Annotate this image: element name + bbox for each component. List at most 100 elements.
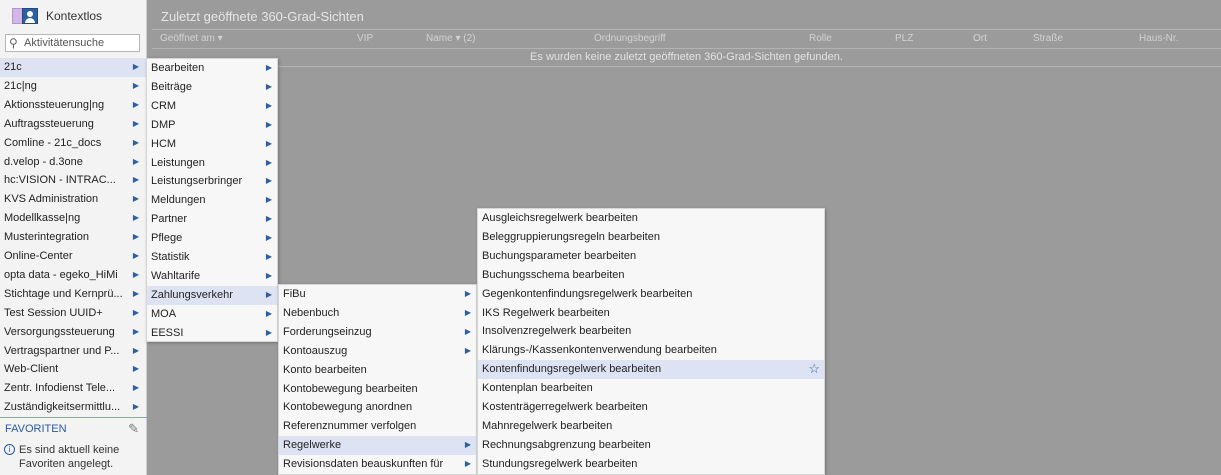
chevron-right-icon: ▶ xyxy=(265,138,272,148)
sidebar-item-label: 21c|ng xyxy=(4,79,37,92)
menu-item[interactable]: Beiträge ▶ xyxy=(147,78,277,97)
menu-item[interactable]: Kontoauszug ▶ xyxy=(279,342,476,361)
menu-item[interactable]: Rechnungsabgrenzung bearbeiten xyxy=(478,436,824,455)
menu-item[interactable]: Beleggruppierungsregeln bearbeiten xyxy=(478,228,824,247)
context-switcher[interactable]: Kontextlos xyxy=(0,0,147,32)
chevron-right-icon: ▶ xyxy=(132,383,139,393)
menu-item[interactable]: Pflege ▶ xyxy=(147,229,277,248)
sidebar-item-label: Musterintegration xyxy=(4,231,89,244)
column-header-rolle[interactable]: Rolle xyxy=(809,33,832,44)
sidebar-item[interactable]: Web-Client ▶ xyxy=(0,360,147,379)
sidebar-item[interactable]: Zentr. Infodienst Tele... ▶ xyxy=(0,379,147,398)
menu-item[interactable]: Leistungserbringer ▶ xyxy=(147,172,277,191)
menu-item[interactable]: Ausgleichsregelwerk bearbeiten xyxy=(478,209,824,228)
menu-item[interactable]: Insolvenzregelwerk bearbeiten xyxy=(478,322,824,341)
sidebar-item[interactable]: 21c|ng ▶ xyxy=(0,77,147,96)
sidebar-item-label: Stichtage und Kernprü... xyxy=(4,287,123,300)
menu-item[interactable]: IKS Regelwerk bearbeiten xyxy=(478,304,824,323)
sidebar-item[interactable]: Online-Center ▶ xyxy=(0,247,147,266)
menu-item[interactable]: FiBu ▶ xyxy=(279,285,476,304)
menu-item[interactable]: DMP ▶ xyxy=(147,116,277,135)
sidebar-item[interactable]: Auftragssteuerung ▶ xyxy=(0,115,147,134)
star-favorite-icon[interactable]: ☆ xyxy=(808,360,820,379)
menu-item[interactable]: Kontenplan bearbeiten xyxy=(478,379,824,398)
chevron-right-icon: ▶ xyxy=(132,364,139,374)
menu-item[interactable]: Partner ▶ xyxy=(147,210,277,229)
column-header-strasse[interactable]: Straße xyxy=(1033,33,1063,44)
sidebar-item[interactable]: Vertragspartner und P... ▶ xyxy=(0,342,147,361)
column-header-name[interactable]: Name ▾ (2) xyxy=(426,33,475,44)
activity-search[interactable]: ⚲ xyxy=(5,34,140,52)
chevron-right-icon: ▶ xyxy=(265,119,272,129)
chevron-right-icon: ▶ xyxy=(464,345,471,355)
sidebar-item[interactable]: Musterintegration ▶ xyxy=(0,228,147,247)
menu-item[interactable]: Meldungen ▶ xyxy=(147,191,277,210)
chevron-right-icon: ▶ xyxy=(265,233,272,243)
menu-item[interactable]: Kostenträgerregelwerk bearbeiten xyxy=(478,398,824,417)
column-header-opened-at[interactable]: Geöffnet am ▾ xyxy=(160,33,223,44)
sidebar-item-label: Versorgungssteuerung xyxy=(4,325,115,338)
menu-item[interactable]: Konto bearbeiten xyxy=(279,361,476,380)
menu-item-label: Kontobewegung anordnen xyxy=(283,401,413,414)
menu-item[interactable]: Buchungsschema bearbeiten xyxy=(478,266,824,285)
column-header-vip[interactable]: VIP xyxy=(357,33,373,44)
sidebar-item[interactable]: 21c ▶ xyxy=(0,58,147,77)
chevron-right-icon: ▶ xyxy=(265,252,272,261)
column-header-hausnr[interactable]: Haus-Nr. xyxy=(1139,33,1178,44)
menu-item-label: FiBu xyxy=(283,288,306,300)
sidebar-item[interactable]: Stichtage und Kernprü... ▶ xyxy=(0,285,147,304)
search-input[interactable] xyxy=(22,35,137,51)
menu-item[interactable]: Wahltarife ▶ xyxy=(147,267,277,286)
sidebar-item[interactable]: Aktionssteuerung|ng ▶ xyxy=(0,96,147,115)
submenu-zahlungsverkehr: FiBu ▶ Nebenbuch ▶ Forderungseinzug ▶ Konto… xyxy=(278,284,477,475)
column-header-plz[interactable]: PLZ xyxy=(895,33,913,44)
menu-item-label: Stundungsregelwerk bearbeiten xyxy=(482,457,638,470)
menu-item-label: Insolvenzregelwerk bearbeiten xyxy=(482,325,632,338)
menu-item[interactable]: MOA ▶ xyxy=(147,305,277,324)
sidebar-item-label: d.velop - d.3one xyxy=(4,155,83,168)
menu-item-label: Pflege xyxy=(151,232,183,245)
menu-item-label: Forderungseinzug xyxy=(283,325,372,338)
sidebar-item[interactable]: hc:VISION - INTRAC... ▶ xyxy=(0,171,147,190)
column-header-ordnungsbegriff[interactable]: Ordnungsbegriff xyxy=(594,33,666,44)
chevron-right-icon: ▶ xyxy=(265,100,272,110)
chevron-right-icon: ▶ xyxy=(132,345,139,355)
menu-item[interactable]: Stundungsregelwerk bearbeiten xyxy=(478,455,824,474)
menu-item-label: Zahlungsverkehr xyxy=(151,288,233,301)
menu-item[interactable]: Revisionsdaten beauskunften für ▶ xyxy=(279,455,476,474)
menu-item[interactable]: EESSI ▶ xyxy=(147,324,277,343)
column-header-ort[interactable]: Ort xyxy=(973,33,987,44)
sidebar-item[interactable]: d.velop - d.3one ▶ xyxy=(0,153,147,172)
sidebar-item[interactable]: Comline - 21c_docs ▶ xyxy=(0,134,147,153)
menu-item-label: Meldungen xyxy=(151,194,206,207)
menu-item[interactable]: Zahlungsverkehr ▶ xyxy=(147,285,277,305)
menu-item[interactable]: Kontobewegung bearbeiten xyxy=(279,380,476,399)
menu-item[interactable]: Regelwerke ▶ xyxy=(279,436,476,456)
sidebar-item[interactable]: opta data - egeko_HiMi ▶ xyxy=(0,266,147,285)
edit-pencil-icon[interactable]: ✎ xyxy=(128,421,139,437)
menu-item[interactable]: Mahnregelwerk bearbeiten xyxy=(478,417,824,436)
menu-item-label: Bearbeiten xyxy=(151,62,205,74)
chevron-right-icon: ▶ xyxy=(265,195,272,205)
menu-item[interactable]: Klärungs-/Kassenkontenverwendung bearbei… xyxy=(478,341,824,360)
menu-item[interactable]: HCM ▶ xyxy=(147,135,277,154)
sidebar-item[interactable]: Versorgungssteuerung ▶ xyxy=(0,323,147,342)
chevron-right-icon: ▶ xyxy=(265,157,272,167)
menu-item[interactable]: Gegenkontenfindungsregelwerk bearbeiten xyxy=(478,285,824,304)
sidebar-item[interactable]: Zuständigkeitsermittlu... ▶ xyxy=(0,398,147,417)
menu-item[interactable]: Buchungsparameter bearbeiten xyxy=(478,247,824,266)
sidebar-item[interactable]: Test Session UUID+ ▶ xyxy=(0,304,147,323)
menu-item[interactable]: Bearbeiten ▶ xyxy=(147,59,277,78)
submenu-regelwerke: Ausgleichsregelwerk bearbeiten Beleggrup… xyxy=(477,208,825,475)
menu-item[interactable]: Referenznummer verfolgen xyxy=(279,417,476,436)
menu-item[interactable]: Nebenbuch ▶ xyxy=(279,304,476,323)
menu-item[interactable]: CRM ▶ xyxy=(147,97,277,116)
menu-item[interactable]: Kontobewegung anordnen xyxy=(279,398,476,417)
menu-item[interactable]: Leistungen ▶ xyxy=(147,154,277,173)
menu-item[interactable]: Statistik ▶ xyxy=(147,248,277,267)
menu-item[interactable]: Kontenfindungsregelwerk bearbeiten ☆ xyxy=(478,360,824,380)
sidebar-item[interactable]: Modellkasse|ng ▶ xyxy=(0,209,147,228)
menu-item-label: Rechnungsabgrenzung bearbeiten xyxy=(482,438,651,451)
sidebar-item[interactable]: KVS Administration ▶ xyxy=(0,190,147,209)
menu-item[interactable]: Forderungseinzug ▶ xyxy=(279,323,476,342)
